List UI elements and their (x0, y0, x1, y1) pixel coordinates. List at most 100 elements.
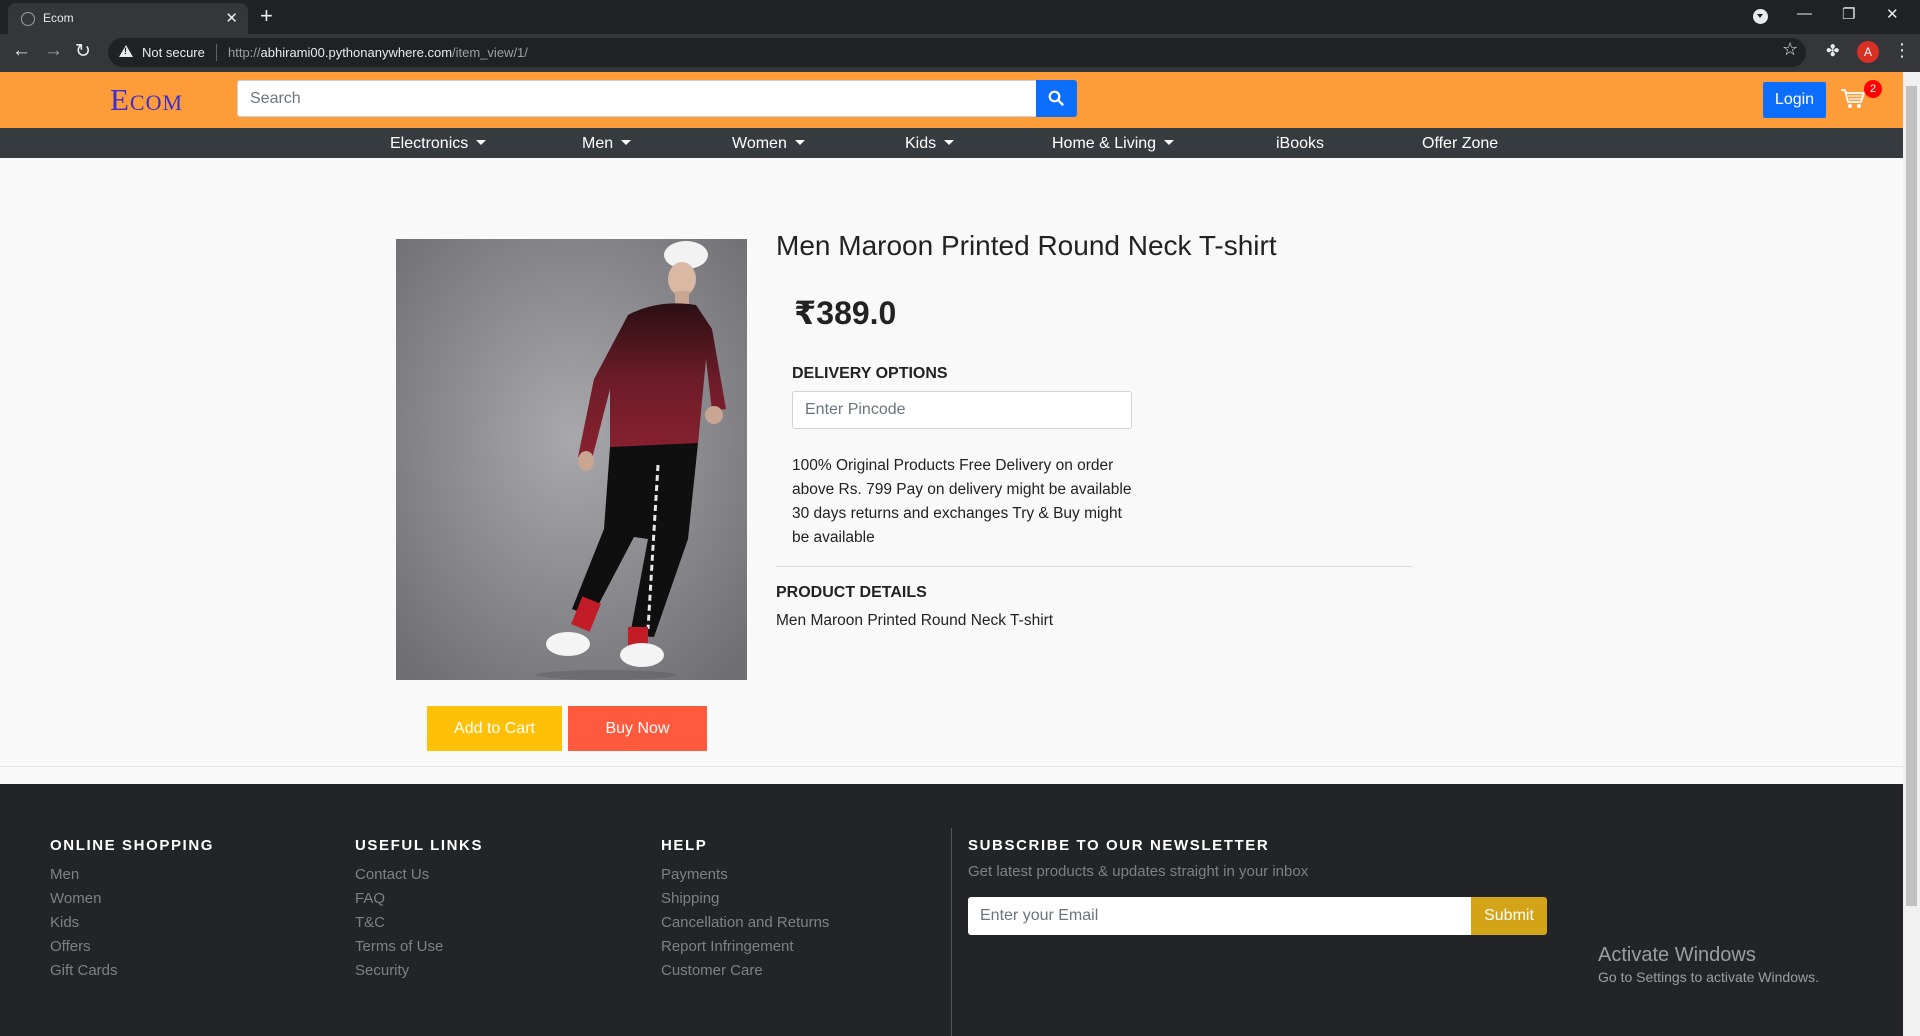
product-details-text: Men Maroon Printed Round Neck T-shirt (776, 612, 1054, 629)
nav-label: Women (732, 135, 787, 152)
page-scrollbar[interactable] (1903, 72, 1920, 1036)
forward-icon[interactable]: → (44, 40, 63, 62)
delivery-info-text: 100% Original Products Free Delivery on … (792, 457, 1132, 546)
newsletter-submit-button[interactable]: Submit (1471, 897, 1547, 935)
nav-electronics[interactable]: Electronics (390, 135, 487, 153)
browser-tab-strip: Ecom ✕ + — ❐ ✕ (0, 0, 1920, 34)
nav-label: Electronics (390, 135, 469, 152)
activate-windows-watermark: Activate Windows Go to Settings to activ… (1598, 944, 1819, 985)
add-to-cart-button[interactable]: Add to Cart (427, 706, 562, 751)
url-host: abhirami00.pythonanywhere.com (260, 45, 453, 60)
browser-menu-icon[interactable]: ⋮ (1893, 40, 1911, 61)
footer-link[interactable]: Payments (661, 863, 829, 887)
footer-link[interactable]: Shipping (661, 887, 829, 911)
restore-icon[interactable]: ❐ (1842, 5, 1855, 23)
caret-down-icon (944, 140, 955, 145)
footer-heading-newsletter: SUBSCRIBE TO OUR NEWSLETTER (968, 837, 1270, 854)
close-window-icon[interactable]: ✕ (1886, 5, 1899, 23)
browser-tab[interactable]: Ecom ✕ (8, 3, 248, 34)
footer-link[interactable]: Terms of Use (355, 935, 443, 959)
caret-down-icon (621, 140, 632, 145)
login-button[interactable]: Login (1763, 82, 1826, 118)
omnibox-divider (216, 44, 217, 61)
product-title: Men Maroon Printed Round Neck T-shirt (776, 230, 1277, 261)
nav-ibooks[interactable]: iBooks (1276, 135, 1324, 153)
not-secure-label[interactable]: Not secure (142, 45, 205, 60)
newsletter-subtext: Get latest products & updates straight i… (968, 863, 1309, 880)
address-bar[interactable]: Not secure http://abhirami00.pythonanywh… (108, 38, 1806, 67)
footer-link[interactable]: Gift Cards (50, 959, 118, 983)
extensions-puzzle-icon[interactable]: ✤ (1826, 41, 1839, 61)
url-text[interactable]: http://abhirami00.pythonanywhere.com/ite… (228, 45, 528, 60)
nav-label: iBooks (1276, 135, 1325, 152)
buy-now-button[interactable]: Buy Now (568, 706, 707, 751)
nav-label: Offer Zone (1422, 135, 1499, 152)
footer-link[interactable]: Cancellation and Returns (661, 911, 829, 935)
search-button[interactable] (1036, 80, 1077, 117)
nav-label: Kids (905, 135, 937, 152)
site-header: Ecom Login 2 (0, 72, 1903, 128)
nav-label: Men (582, 135, 614, 152)
url-scheme: http:// (228, 45, 261, 60)
tab-search-icon[interactable] (1753, 9, 1768, 24)
nav-offer-zone[interactable]: Offer Zone (1422, 135, 1498, 153)
product-price: ₹389.0 (794, 295, 897, 331)
footer-link[interactable]: Customer Care (661, 959, 829, 983)
nav-kids[interactable]: Kids (905, 135, 955, 153)
scrollbar-thumb[interactable] (1906, 86, 1917, 906)
caret-down-icon (794, 140, 805, 145)
footer-link[interactable]: Offers (50, 935, 118, 959)
footer-link[interactable]: Women (50, 887, 118, 911)
site-footer: ONLINE SHOPPING Men Women Kids Offers Gi… (0, 784, 1903, 1036)
minimize-icon[interactable]: — (1797, 5, 1812, 22)
footer-heading-useful-links: USEFUL LINKS (355, 837, 484, 854)
caret-down-icon (476, 140, 487, 145)
nav-men[interactable]: Men (582, 135, 632, 153)
footer-link[interactable]: Kids (50, 911, 118, 935)
caret-down-icon (1164, 140, 1175, 145)
footer-heading-online-shopping: ONLINE SHOPPING (50, 837, 215, 854)
site-logo[interactable]: Ecom (110, 82, 183, 118)
nav-women[interactable]: Women (732, 135, 805, 153)
watermark-title: Activate Windows (1598, 944, 1756, 966)
profile-avatar[interactable]: A (1857, 41, 1879, 63)
footer-link[interactable]: FAQ (355, 887, 443, 911)
nav-label: Home & Living (1052, 135, 1157, 152)
footer-heading-help: HELP (661, 837, 708, 854)
product-details-heading: PRODUCT DETAILS (776, 584, 927, 601)
nav-home-living[interactable]: Home & Living (1052, 135, 1175, 153)
tab-title: Ecom (43, 11, 74, 25)
globe-icon (21, 12, 35, 26)
footer-useful-links: Contact Us FAQ T&C Terms of Use Security (355, 863, 443, 983)
footer-help-links: Payments Shipping Cancellation and Retur… (661, 863, 829, 983)
watermark-subtitle: Go to Settings to activate Windows. (1598, 969, 1819, 985)
cart-count-badge: 2 (1864, 80, 1882, 98)
footer-link[interactable]: Security (355, 959, 443, 983)
footer-link[interactable]: T&C (355, 911, 443, 935)
content-divider (0, 766, 1903, 767)
warning-icon (119, 45, 133, 57)
new-tab-button[interactable]: + (260, 3, 273, 29)
product-photo-illustration (396, 239, 747, 680)
back-icon[interactable]: ← (12, 40, 31, 62)
search-icon (1048, 90, 1064, 106)
section-divider (776, 566, 1412, 567)
cart-icon[interactable] (1840, 88, 1866, 110)
page-viewport: Ecom Login 2 Electronics Men Women Kids … (0, 72, 1903, 1036)
bookmark-star-icon[interactable]: ☆ (1782, 39, 1798, 60)
footer-online-shopping-links: Men Women Kids Offers Gift Cards (50, 863, 118, 983)
footer-link[interactable]: Report Infringement (661, 935, 829, 959)
tab-close-icon[interactable]: ✕ (225, 9, 238, 27)
footer-link[interactable]: Men (50, 863, 118, 887)
footer-vertical-divider (951, 828, 952, 1036)
url-path: /item_view/1/ (452, 45, 528, 60)
search-input[interactable] (237, 80, 1037, 117)
product-image (396, 239, 747, 680)
category-nav: Electronics Men Women Kids Home & Living… (0, 128, 1903, 158)
reload-icon[interactable]: ↻ (75, 40, 91, 63)
browser-toolbar: ← → ↻ Not secure http://abhirami00.pytho… (0, 34, 1920, 72)
newsletter-email-input[interactable] (968, 897, 1471, 935)
footer-link[interactable]: Contact Us (355, 863, 443, 887)
pincode-input[interactable] (792, 391, 1132, 429)
delivery-options-heading: DELIVERY OPTIONS (792, 365, 948, 382)
